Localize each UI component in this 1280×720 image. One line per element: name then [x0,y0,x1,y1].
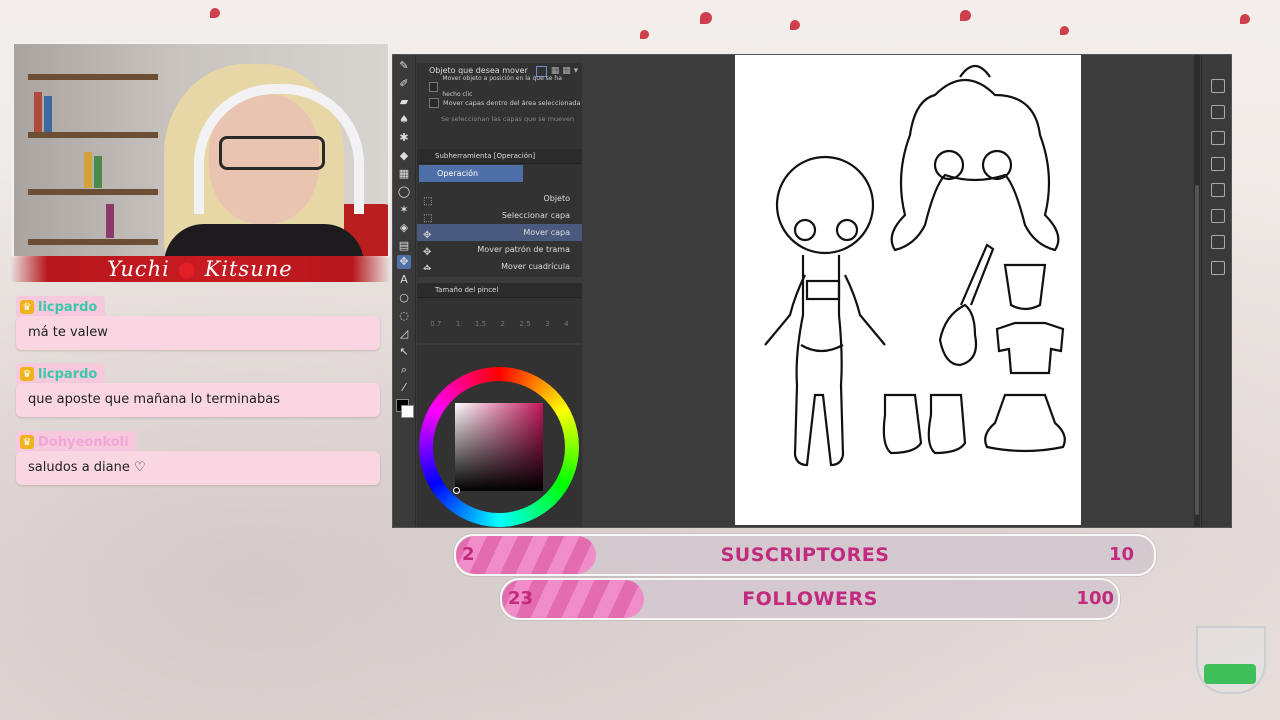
tab-operation[interactable]: Operación [419,165,523,182]
pencil-tool-icon[interactable]: ✐ [397,77,411,91]
crown-icon: ♛ [20,300,34,314]
export-icon[interactable] [1211,261,1225,275]
subtool-item-move-layer[interactable]: ✥ Mover capa [417,224,582,241]
text-tool-icon[interactable]: A [397,273,411,287]
chat-username-text: licpardo [38,366,98,382]
follower-goal-bar: FOLLOWERS 23 100 [500,578,1120,620]
tool-property-panel: Objeto que desea mover ▦ ▦ ▾ Mover objet… [417,63,582,149]
chat-username: ♛ licpardo [16,296,106,318]
follower-goal-target: 100 [1076,588,1114,609]
subscriber-goal-label: SUSCRIPTORES [720,544,890,566]
streamer-name: Yuchi ● Kitsune [10,256,390,282]
brush-size-tick[interactable]: 4 [564,320,568,328]
blossom-decoration [790,20,800,30]
brush-tool-icon[interactable]: ♠ [397,113,411,127]
subtool-item-object[interactable]: ⬚ Objeto [417,190,582,207]
command-bar [1201,55,1231,527]
tool-palette: ✎ ✐ ▰ ♠ ✱ ◆ ▦ ◯ ✶ ◈ ▤ ✥ A ○ ◌ ◿ ↖ ⌕ ⁄ [393,55,416,527]
checkbox[interactable] [429,98,439,108]
subtool-item-move-grid[interactable]: ✥ Mover cuadrícula [417,258,582,270]
heart-icon: ● [177,257,197,281]
saturation-value-square[interactable] [455,403,543,491]
streamer-last-name: Kitsune [204,257,293,281]
color-picker-handle[interactable] [453,487,460,494]
option-row: Se seleccionan las capas que se mueven [417,111,582,127]
subtool-panel-title: Subherramienta [Operación] [417,149,582,164]
balloon-tool-icon[interactable]: ◌ [397,309,411,323]
settings-icon[interactable] [1211,235,1225,249]
magic-wand-icon[interactable]: ✶ [397,203,411,217]
tip-jar-glass [1196,626,1266,694]
brush-size-panel: Tamaño del pincel 0.7 1 1.5 2 2.5 3 4 [417,283,582,343]
blend-tool-icon[interactable]: ◆ [397,149,411,163]
ruler-tool-icon[interactable]: ◿ [397,327,411,341]
crown-icon: ♛ [20,367,34,381]
follower-goal-current: 23 [508,588,534,609]
blossom-decoration [1060,26,1069,35]
zoom-tool-icon[interactable]: ⌕ [397,363,411,377]
eyedropper-tool-icon[interactable]: ⁄ [397,381,411,395]
drawing-canvas[interactable] [735,55,1081,525]
chat-message: que aposte que mañana lo terminabas [16,383,380,417]
chat-username-text: Dohyeonkoli [38,434,129,450]
crown-icon: ♛ [20,435,34,449]
follower-goal-label: FOLLOWERS [742,588,878,610]
brush-size-tick[interactable]: 3 [545,320,549,328]
canvas-area[interactable] [583,55,1193,527]
airbrush-tool-icon[interactable]: ✱ [397,131,411,145]
redo-icon[interactable] [1211,183,1225,197]
clear-icon[interactable] [1211,209,1225,223]
subscriber-goal-current: 2 [462,544,475,565]
brush-size-tick[interactable]: 2.5 [520,320,531,328]
fill-tool-icon[interactable]: ◈ [397,221,411,235]
brush-size-tick[interactable]: 2 [501,320,505,328]
eraser-tool-icon[interactable]: ▰ [397,95,411,109]
chat-message: saludos a diane ♡ [16,451,380,485]
blossom-decoration [640,30,649,39]
chat-username-text: licpardo [38,299,98,315]
brush-size-ticks[interactable]: 0.7 1 1.5 2 2.5 3 4 [417,316,582,332]
blossom-decoration [1240,14,1250,24]
option-row[interactable]: Mover objeto a posición en la que se ha … [417,75,582,98]
figure-tool-icon[interactable]: ○ [397,291,411,305]
webcam-feed [12,42,390,258]
streamer-first-name: Yuchi [107,257,170,281]
color-wheel[interactable] [419,367,579,527]
save-icon[interactable] [1211,131,1225,145]
checkbox[interactable] [429,82,439,92]
brush-size-title: Tamaño del pincel [417,283,582,298]
chat-username: ♛ Dohyeonkoli [16,431,137,453]
chibi-lineart [764,64,1066,467]
option-label: Mover capas dentro del área seleccionada [443,99,581,107]
undo-icon[interactable] [1211,157,1225,171]
lasso-tool-icon[interactable]: ◯ [397,185,411,199]
correct-line-tool-icon[interactable]: ↖ [397,345,411,359]
streamer-name-banner: Yuchi ● Kitsune [10,256,390,282]
subscriber-goal-target: 10 [1108,544,1134,565]
gradient-tool-icon[interactable]: ▤ [397,239,411,253]
new-file-icon[interactable] [1211,79,1225,93]
blossom-decoration [960,10,971,21]
move-tool-icon[interactable]: ✥ [397,255,411,269]
pen-tool-icon[interactable]: ✎ [397,59,411,73]
chat-username: ♛ licpardo [16,363,106,385]
subscriber-goal-bar: SUSCRIPTORES 2 10 [454,534,1156,576]
brush-size-tick[interactable]: 1 [456,320,460,328]
drawing-app-window[interactable]: ✎ ✐ ▰ ♠ ✱ ◆ ▦ ◯ ✶ ◈ ▤ ✥ A ○ ◌ ◿ ↖ ⌕ ⁄ Ob… [392,54,1232,528]
canvas-scrollbar[interactable] [1194,55,1200,527]
brush-size-tick[interactable]: 0.7 [430,320,441,328]
background-color-swatch[interactable] [401,405,414,418]
blossom-decoration [700,12,712,24]
subtool-item-move-tone[interactable]: ✥ Mover patrón de trama [417,241,582,258]
option-label: Se seleccionan las capas que se mueven [441,115,575,123]
subtool-item-select-layer[interactable]: ⬚ Seleccionar capa [417,207,582,224]
move-icon: ✥ [423,264,432,270]
chat-message: má te valew [16,316,380,350]
close-icon[interactable] [1211,105,1225,119]
blossom-decoration [210,8,220,18]
frame-tool-icon[interactable]: ▦ [397,167,411,181]
brush-size-tick[interactable]: 1.5 [475,320,486,328]
